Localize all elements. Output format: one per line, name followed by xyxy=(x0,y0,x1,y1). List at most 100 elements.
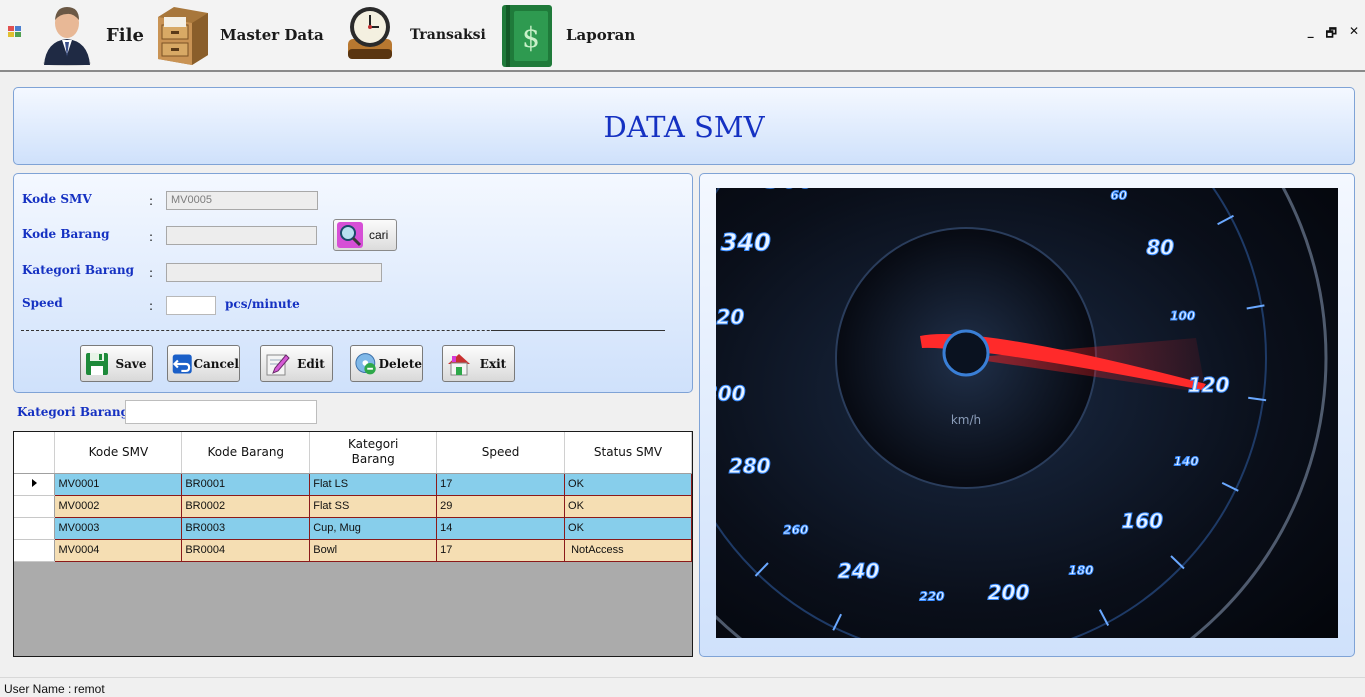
col-header-status-smv[interactable]: Status SMV xyxy=(564,432,692,474)
speed-field[interactable] xyxy=(166,296,216,315)
delete-button-label: Delete xyxy=(378,356,422,371)
window-controls: _ 🗗 ✕ xyxy=(1308,24,1359,45)
table-row[interactable]: MV0003 BR0003 Cup, Mug 14 OK xyxy=(14,517,692,540)
cell-kode-barang[interactable]: BR0001 xyxy=(181,473,311,496)
exit-button[interactable]: Exit xyxy=(442,345,515,382)
speed-label: Speed xyxy=(22,296,63,310)
menu-laporan[interactable]: $ Laporan xyxy=(498,0,635,70)
filing-cabinet-icon xyxy=(158,7,208,65)
cell-kode-smv[interactable]: MV0001 xyxy=(54,473,183,496)
kategori-barang-field[interactable] xyxy=(166,263,382,282)
cell-speed[interactable]: 29 xyxy=(436,495,566,518)
col-header-kategori-barang[interactable]: Kategori Barang xyxy=(309,432,438,474)
menu-master-data[interactable]: Master Data xyxy=(152,0,324,70)
row-header[interactable] xyxy=(14,495,56,518)
cell-status[interactable]: NotAccess xyxy=(564,539,692,562)
close-button[interactable]: ✕ xyxy=(1349,24,1359,45)
col-header-kode-barang[interactable]: Kode Barang xyxy=(181,432,311,474)
restore-button[interactable]: 🗗 xyxy=(1326,24,1337,45)
status-bar: User Name : remot xyxy=(0,677,1365,697)
cell-kode-barang[interactable]: BR0003 xyxy=(181,517,311,540)
app-icon[interactable] xyxy=(8,26,22,38)
menu-file-label: File xyxy=(106,24,144,46)
row-header[interactable] xyxy=(14,539,56,562)
exit-button-label: Exit xyxy=(479,356,507,371)
businessman-icon xyxy=(43,7,91,66)
filter-label: Kategori Barang xyxy=(17,405,129,419)
kode-barang-field[interactable] xyxy=(166,226,317,245)
delete-disc-icon xyxy=(355,352,376,374)
cell-kategori[interactable]: Flat LS xyxy=(309,473,438,496)
form-panel: Kode SMV : MV0005 Kode Barang : cari Kat… xyxy=(13,173,693,393)
cell-kode-smv[interactable]: MV0004 xyxy=(54,539,183,562)
speedometer-image: 0204060801001201401601802002202402602803… xyxy=(716,188,1338,638)
speedometer-tick-label: 60 xyxy=(1110,189,1127,203)
speedometer-tick-label: 300 xyxy=(716,382,746,406)
speedometer-tick-label: 160 xyxy=(1121,509,1163,533)
cancel-button[interactable]: Cancel xyxy=(167,345,240,382)
floppy-disk-icon xyxy=(86,352,108,375)
cell-status[interactable]: OK xyxy=(564,495,692,518)
smv-data-grid: Kode SMV Kode Barang Kategori Barang Spe… xyxy=(13,431,693,657)
row-header-current[interactable] xyxy=(14,473,56,496)
cell-kode-barang[interactable]: BR0002 xyxy=(181,495,311,518)
menu-transaksi[interactable]: Transaksi xyxy=(342,0,486,70)
cell-kode-smv[interactable]: MV0002 xyxy=(54,495,183,518)
save-button[interactable]: Save xyxy=(80,345,153,382)
table-row[interactable]: MV0001 BR0001 Flat LS 17 OK xyxy=(14,473,692,496)
home-exit-icon xyxy=(448,353,470,375)
col-header-speed[interactable]: Speed xyxy=(436,432,566,474)
save-button-label: Save xyxy=(115,356,147,371)
kode-smv-field[interactable]: MV0005 xyxy=(166,191,318,210)
speedometer-graphic: 0204060801001201401601802002202402602803… xyxy=(716,188,1338,638)
cell-status[interactable]: OK xyxy=(564,517,692,540)
menu-master-data-label: Master Data xyxy=(220,26,324,44)
speed-unit-text: km/h xyxy=(951,413,981,427)
speedometer-tick-label: 100 xyxy=(1170,309,1195,323)
cell-speed[interactable]: 14 xyxy=(436,517,566,540)
cell-kategori[interactable]: Flat SS xyxy=(309,495,438,518)
table-row[interactable]: MV0002 BR0002 Flat SS 29 OK xyxy=(14,495,692,518)
speedometer-tick-label: 280 xyxy=(729,454,771,478)
cell-kode-smv[interactable]: MV0003 xyxy=(54,517,183,540)
kategori-barang-colon: : xyxy=(149,266,154,280)
row-header[interactable] xyxy=(14,517,56,540)
speedometer-tick-label: 80 xyxy=(1146,236,1174,260)
speed-colon: : xyxy=(149,299,154,313)
kode-smv-label: Kode SMV xyxy=(22,192,92,206)
grid-header-row: Kode SMV Kode Barang Kategori Barang Spe… xyxy=(14,432,692,474)
menu-file[interactable]: File xyxy=(38,0,144,70)
speedometer-tick-label: 360 xyxy=(765,188,815,194)
speedometer-tick-label: 240 xyxy=(838,559,880,583)
speedometer-tick-label: 220 xyxy=(919,590,944,604)
edit-button[interactable]: Edit xyxy=(260,345,333,382)
page-title: DATA SMV xyxy=(603,110,765,144)
cari-button[interactable]: cari xyxy=(333,219,397,251)
kode-barang-label: Kode Barang xyxy=(22,227,110,241)
cell-kategori[interactable]: Cup, Mug xyxy=(309,517,438,540)
filter-kategori-input[interactable] xyxy=(125,400,317,424)
speedometer-tick-label: 120 xyxy=(1188,373,1230,397)
cell-speed[interactable]: 17 xyxy=(436,539,566,562)
form-separator xyxy=(21,330,665,331)
speed-unit-label: pcs/minute xyxy=(225,297,300,311)
table-row[interactable]: MV0004 BR0004 Bowl 17 NotAccess xyxy=(14,539,692,562)
cell-kategori[interactable]: Bowl xyxy=(309,539,438,562)
minimize-button[interactable]: _ xyxy=(1308,24,1314,45)
clock-drive-icon xyxy=(348,7,392,59)
speedometer-tick-label: 200 xyxy=(988,580,1030,604)
grid-corner-header[interactable] xyxy=(14,432,56,474)
kategori-barang-label: Kategori Barang xyxy=(22,263,134,277)
menu-transaksi-label: Transaksi xyxy=(410,27,486,43)
speedometer-tick-label: 320 xyxy=(716,305,744,329)
cell-speed[interactable]: 17 xyxy=(436,473,566,496)
magnifier-icon xyxy=(337,222,363,248)
menu-laporan-label: Laporan xyxy=(566,26,636,44)
cell-status[interactable]: OK xyxy=(564,473,692,496)
kode-barang-colon: : xyxy=(149,230,154,244)
delete-button[interactable]: Delete xyxy=(350,345,423,382)
cell-kode-barang[interactable]: BR0004 xyxy=(181,539,311,562)
cancel-button-label: Cancel xyxy=(193,356,239,371)
speedometer-tick-label: 140 xyxy=(1174,454,1199,468)
col-header-kode-smv[interactable]: Kode SMV xyxy=(54,432,183,474)
